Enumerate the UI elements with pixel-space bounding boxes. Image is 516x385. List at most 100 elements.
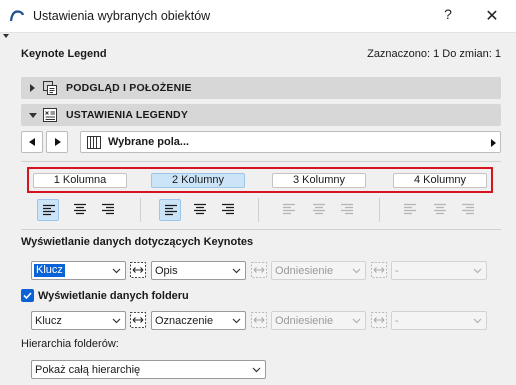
preview-position-icon <box>43 81 57 95</box>
divider <box>21 229 501 230</box>
section-legend-header[interactable]: USTAWIENIA LEGENDY <box>21 104 501 126</box>
align-left-icon <box>165 204 177 216</box>
link-fields-icon[interactable] <box>251 262 267 278</box>
dropdown-value: - <box>395 315 399 327</box>
section-preview-header[interactable]: PODGLĄD I POŁOŻENIE <box>21 77 501 99</box>
divider <box>21 161 501 162</box>
keynote-field-1-dropdown[interactable]: Klucz <box>31 261 126 280</box>
help-button[interactable]: ? <box>441 6 455 22</box>
chevron-down-icon <box>473 318 482 324</box>
align-left-button[interactable] <box>278 199 300 221</box>
link-fields-icon[interactable] <box>371 262 387 278</box>
hierarchy-dropdown[interactable]: Pokaż całą hierarchię <box>31 360 266 379</box>
expand-arrow-icon <box>30 84 35 92</box>
align-left-button[interactable] <box>159 199 181 221</box>
dropdown-value: Opis <box>155 265 178 277</box>
folder-display-checkbox[interactable] <box>21 289 34 302</box>
app-icon <box>9 10 25 22</box>
dropdown-value: Odniesienie <box>275 315 334 327</box>
element-type-label: Keynote Legend <box>21 48 107 60</box>
close-button[interactable]: ✕ <box>484 6 500 26</box>
panel-navigator: Wybrane pola... <box>21 131 501 153</box>
align-center-icon <box>74 203 86 215</box>
group-divider <box>258 198 259 222</box>
column-option-3[interactable]: 3 Kolumny <box>272 173 366 188</box>
panel-menu-arrow-icon[interactable] <box>3 34 9 38</box>
panel-selector-label: Wybrane pola... <box>108 136 190 148</box>
align-left-icon <box>404 203 416 215</box>
align-center-icon <box>313 203 325 215</box>
dropdown-value: Pokaż całą hierarchię <box>35 364 141 376</box>
link-fields-icon[interactable] <box>130 312 146 328</box>
chevron-down-icon <box>473 268 482 274</box>
align-center-button[interactable] <box>69 199 91 221</box>
folder-field-1-dropdown[interactable]: Klucz <box>31 311 126 330</box>
dropdown-value: - <box>395 265 399 277</box>
checkmark-icon <box>23 292 32 300</box>
chevron-down-icon <box>112 318 121 324</box>
legend-settings-icon <box>43 108 57 122</box>
align-center-button[interactable] <box>429 199 451 221</box>
align-left-icon <box>43 204 55 216</box>
next-button[interactable] <box>46 131 68 153</box>
keynote-field-2-dropdown[interactable]: Opis <box>151 261 246 280</box>
align-right-icon <box>462 203 474 215</box>
keynote-field-3-dropdown[interactable]: Odniesienie <box>271 261 366 280</box>
align-center-button[interactable] <box>308 199 330 221</box>
align-right-button[interactable] <box>217 199 239 221</box>
dropdown-value: Klucz <box>34 264 65 277</box>
column-option-2[interactable]: 2 Kolumny <box>151 173 245 188</box>
keynote-display-label: Wyświetlanie danych dotyczących Keynotes <box>21 236 254 248</box>
align-center-icon <box>434 203 446 215</box>
chevron-down-icon <box>352 318 361 324</box>
alignment-group-2 <box>159 199 243 221</box>
align-right-button[interactable] <box>457 199 479 221</box>
column-option-1[interactable]: 1 Kolumna <box>33 173 127 188</box>
title-bar: Ustawienia wybranych obiektów ? ✕ <box>0 0 516 33</box>
align-right-icon <box>222 203 234 215</box>
chevron-down-icon <box>352 268 361 274</box>
group-divider <box>379 198 380 222</box>
window-title: Ustawienia wybranych obiektów <box>33 9 211 23</box>
alignment-group-1 <box>37 199 121 221</box>
align-left-icon <box>283 203 295 215</box>
chevron-down-icon <box>252 367 261 373</box>
align-right-button[interactable] <box>97 199 119 221</box>
link-fields-icon[interactable] <box>130 262 146 278</box>
link-fields-icon[interactable] <box>251 312 267 328</box>
align-center-button[interactable] <box>189 199 211 221</box>
panel-selector[interactable]: Wybrane pola... <box>80 131 501 153</box>
folder-field-2-dropdown[interactable]: Oznaczenie <box>151 311 246 330</box>
link-fields-icon[interactable] <box>371 312 387 328</box>
align-left-button[interactable] <box>37 199 59 221</box>
chevron-down-icon <box>232 318 241 324</box>
columns-icon <box>87 136 101 149</box>
chevron-down-icon <box>112 268 121 274</box>
folder-field-4-dropdown[interactable]: - <box>391 311 487 330</box>
chevron-down-icon <box>232 268 241 274</box>
arrow-left-icon <box>29 138 35 146</box>
folder-field-3-dropdown[interactable]: Odniesienie <box>271 311 366 330</box>
selection-status: Zaznaczono: 1 Do zmian: 1 <box>367 48 501 60</box>
folder-display-label: Wyświetlanie danych folderu <box>38 290 189 302</box>
collapse-arrow-icon <box>29 113 37 118</box>
dropdown-value: Odniesienie <box>275 265 334 277</box>
align-right-icon <box>341 203 353 215</box>
keynote-field-4-dropdown[interactable]: - <box>391 261 487 280</box>
column-option-4[interactable]: 4 Kolumny <box>393 173 487 188</box>
group-divider <box>140 198 141 222</box>
hierarchy-label: Hierarchia folderów: <box>21 338 119 350</box>
align-right-icon <box>102 203 114 215</box>
dropdown-value: Oznaczenie <box>155 315 214 327</box>
align-left-button[interactable] <box>399 199 421 221</box>
dropdown-value: Klucz <box>35 315 62 327</box>
previous-button[interactable] <box>21 131 43 153</box>
section-preview-label: PODGLĄD I POŁOŻENIE <box>66 82 192 94</box>
columns-selector: 1 Kolumna 2 Kolumny 3 Kolumny 4 Kolumny <box>27 167 493 193</box>
alignment-group-4 <box>399 199 483 221</box>
align-center-icon <box>194 203 206 215</box>
align-right-button[interactable] <box>336 199 358 221</box>
arrow-right-icon <box>55 138 61 146</box>
chevron-right-icon <box>491 139 496 147</box>
section-legend-label: USTAWIENIA LEGENDY <box>66 109 189 121</box>
